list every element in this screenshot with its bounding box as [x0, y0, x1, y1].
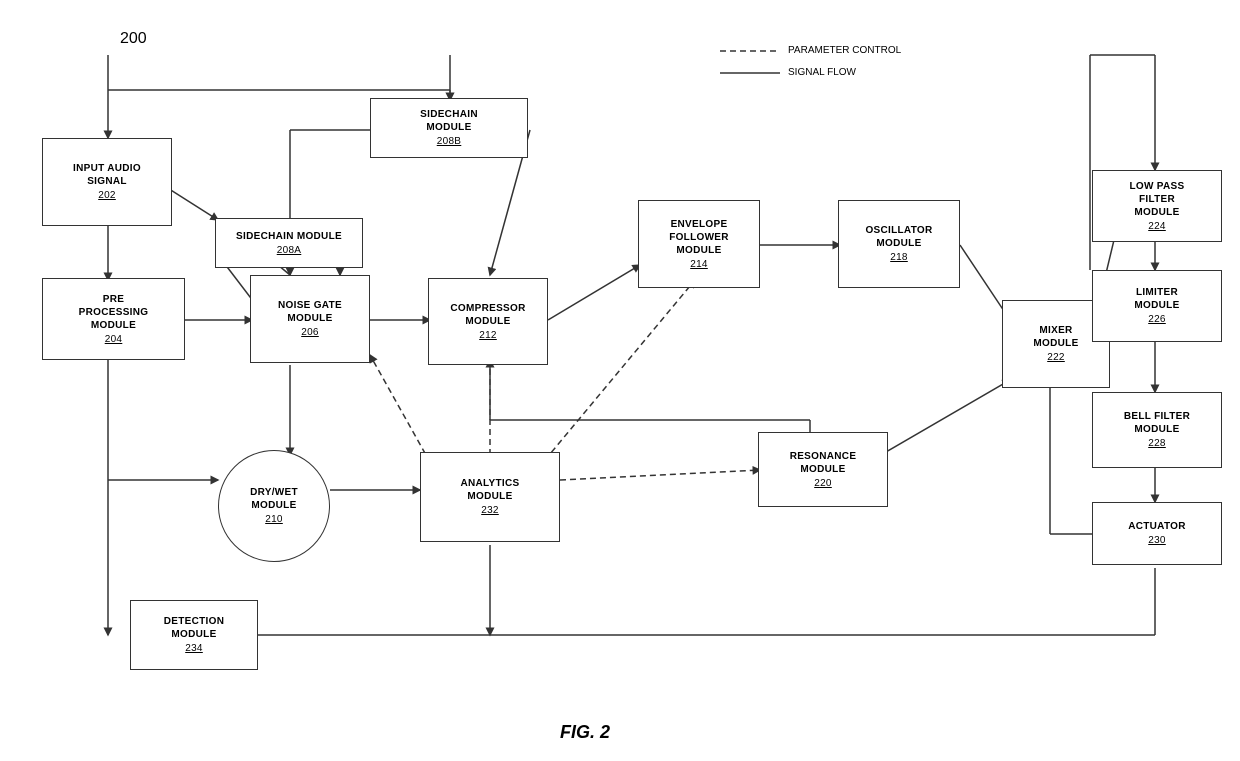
- resonance-module: RESONANCEMODULE 220: [758, 432, 888, 507]
- limiter-module: LIMITERMODULE 226: [1092, 270, 1222, 342]
- drywet-module: DRY/WETMODULE 210: [218, 450, 330, 562]
- bell-filter-module: BELL FILTERMODULE 228: [1092, 392, 1222, 468]
- input-audio-signal-module: INPUT AUDIOSIGNAL 202: [42, 138, 172, 226]
- legend-signal-label: SIGNAL FLOW: [788, 64, 856, 82]
- legend: PARAMETER CONTROL SIGNAL FLOW: [720, 42, 901, 82]
- oscillator-module: OSCILLATORMODULE 218: [838, 200, 960, 288]
- envelope-follower-module: ENVELOPEFOLLOWERMODULE 214: [638, 200, 760, 288]
- sidechain-208b-module: SIDECHAINMODULE 208B: [370, 98, 528, 158]
- compressor-module: COMPRESSORMODULE 212: [428, 278, 548, 365]
- sidechain-208a-module: SIDECHAIN MODULE 208A: [215, 218, 363, 268]
- pre-processing-module: PREPROCESSINGMODULE 204: [42, 278, 185, 360]
- noise-gate-module: NOISE GATEMODULE 206: [250, 275, 370, 363]
- actuator-module: ACTUATOR 230: [1092, 502, 1222, 565]
- diagram-number: 200: [120, 30, 147, 48]
- analytics-module: ANALYTICSMODULE 232: [420, 452, 560, 542]
- low-pass-filter-module: LOW PASSFILTERMODULE 224: [1092, 170, 1222, 242]
- legend-param-label: PARAMETER CONTROL: [788, 42, 901, 60]
- detection-module: DETECTIONMODULE 234: [130, 600, 258, 670]
- figure-label: FIG. 2: [560, 722, 610, 743]
